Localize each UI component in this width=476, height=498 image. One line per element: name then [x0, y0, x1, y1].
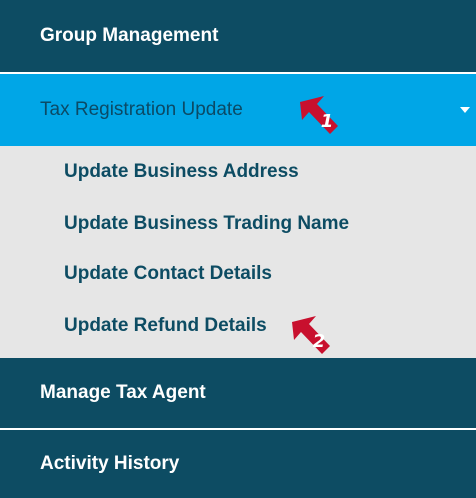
submenu-item-update-business-trading-name[interactable]: Update Business Trading Name [0, 200, 476, 248]
caret-down-icon[interactable] [460, 107, 470, 113]
tax-registration-submenu: Update Business Address Update Business … [0, 146, 476, 358]
submenu-item-label: Update Contact Details [64, 263, 272, 284]
submenu-item-update-refund-details[interactable]: Update Refund Details [0, 302, 476, 350]
submenu-item-label: Update Refund Details [64, 315, 267, 336]
menu-item-group-management[interactable]: Group Management [0, 0, 476, 72]
menu-item-activity-history[interactable]: Activity History [0, 430, 476, 498]
annotation-number: 1 [320, 110, 334, 132]
annotation-arrow-2-icon: 2 [292, 316, 332, 356]
submenu-item-label: Update Business Trading Name [64, 213, 350, 234]
annotation-number: 2 [312, 330, 326, 352]
menu-item-label: Manage Tax Agent [40, 382, 206, 403]
menu-item-label: Activity History [40, 453, 180, 474]
menu-item-manage-tax-agent[interactable]: Manage Tax Agent [0, 358, 476, 428]
submenu-item-update-contact-details[interactable]: Update Contact Details [0, 250, 476, 298]
annotation-arrow-1-icon: 1 [300, 96, 340, 136]
menu-item-label: Group Management [40, 25, 219, 46]
side-navigation-menu: Group Management Tax Registration Update… [0, 0, 476, 498]
submenu-item-label: Update Business Address [64, 161, 299, 182]
menu-item-tax-registration-update[interactable]: Tax Registration Update [0, 74, 476, 146]
menu-item-label: Tax Registration Update [40, 99, 243, 120]
submenu-item-update-business-address[interactable]: Update Business Address [0, 148, 476, 196]
